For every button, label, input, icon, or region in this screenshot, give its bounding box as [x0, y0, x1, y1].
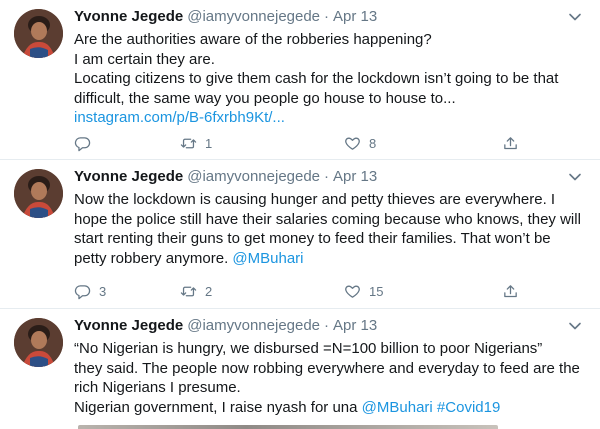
- tweet-date[interactable]: Apr 13: [333, 168, 377, 185]
- tweet-timeline: Yvonne Jegede @iamyvonnejegede · Apr 13 Are…: [0, 0, 600, 429]
- tweet-text: “No Nigerian is hungry, we disbursed =N=…: [74, 339, 582, 417]
- tweet[interactable]: Yvonne Jegede @iamyvonnejegede · Apr 13 “No…: [0, 309, 600, 429]
- author-name[interactable]: Yvonne Jegede: [74, 317, 183, 334]
- retweet-icon: [180, 135, 197, 152]
- retweet-count: 1: [205, 135, 213, 151]
- author-handle[interactable]: @iamyvonnejegede: [187, 8, 320, 25]
- tweet-text-line: Now the lockdown is causing hunger and p…: [74, 191, 556, 208]
- tweet-text-line: they said. The people now robbing everyw…: [74, 359, 580, 377]
- author-name[interactable]: Yvonne Jegede: [74, 168, 183, 185]
- reply-icon: [74, 135, 91, 152]
- tweet-content: Yvonne Jegede @iamyvonnejegede · Apr 13 Are…: [74, 8, 582, 128]
- share-icon: [502, 283, 519, 300]
- avatar[interactable]: [14, 169, 63, 218]
- author-handle[interactable]: @iamyvonnejegede: [187, 317, 320, 334]
- tweet-text-line: rich Nigerians I presume.: [74, 379, 241, 396]
- tweet-text-line: start renting their guns to get money to…: [74, 230, 551, 247]
- heart-icon: [344, 135, 361, 152]
- tweet-text-line: hope the police still have their salarie…: [74, 210, 581, 228]
- tweet-date[interactable]: Apr 13: [333, 8, 377, 25]
- tweet-text-line: Are the authorities aware of the robberi…: [74, 31, 432, 48]
- media-preview[interactable]: [78, 425, 498, 429]
- tweet-actions: 1 8: [74, 133, 600, 153]
- tweet-text-line: difficult, the same way you people go ho…: [74, 89, 456, 107]
- reply-button[interactable]: [74, 133, 99, 153]
- instagram-link[interactable]: instagram.com/p/B-6fxrbh9Kt/...: [74, 108, 582, 128]
- reply-count: 3: [99, 283, 107, 299]
- heart-icon: [344, 283, 361, 300]
- tweet-date[interactable]: Apr 13: [333, 317, 377, 334]
- tweet[interactable]: Yvonne Jegede @iamyvonnejegede · Apr 13 Are…: [0, 0, 600, 160]
- hashtag-link[interactable]: #Covid19: [437, 399, 500, 416]
- reply-icon: [74, 283, 91, 300]
- separator-dot: ·: [324, 317, 330, 334]
- retweet-icon: [180, 283, 197, 300]
- mention-link[interactable]: @MBuhari: [232, 250, 303, 267]
- chevron-down-icon[interactable]: [568, 170, 584, 186]
- tweet-header: Yvonne Jegede @iamyvonnejegede · Apr 13: [74, 8, 582, 26]
- retweet-count: 2: [205, 283, 213, 299]
- avatar[interactable]: [14, 318, 63, 367]
- reply-button[interactable]: 3: [74, 281, 106, 301]
- separator-dot: ·: [324, 8, 330, 25]
- share-icon: [502, 135, 519, 152]
- tweet-text-line: Nigerian government, I raise nyash for u…: [74, 398, 582, 418]
- avatar[interactable]: [14, 9, 63, 58]
- tweet-content: Yvonne Jegede @iamyvonnejegede · Apr 13 “No…: [74, 317, 582, 417]
- tweet-text-fragment: petty robbery anymore.: [74, 249, 229, 267]
- tweet-content: Yvonne Jegede @iamyvonnejegede · Apr 13 Now…: [74, 168, 582, 268]
- tweet-text-line: “No Nigerian is hungry, we disbursed =N=…: [74, 340, 543, 357]
- tweet-header: Yvonne Jegede @iamyvonnejegede · Apr 13: [74, 317, 582, 335]
- like-count: 8: [369, 135, 377, 151]
- tweet-text-line: Locating citizens to give them cash for …: [74, 70, 559, 87]
- tweet-text: Now the lockdown is causing hunger and p…: [74, 190, 582, 268]
- tweet-text: Are the authorities aware of the robberi…: [74, 30, 582, 128]
- tweet-text-line: petty robbery anymore. @MBuhari: [74, 249, 582, 269]
- like-button[interactable]: 8: [344, 133, 376, 153]
- separator-dot: ·: [324, 168, 330, 185]
- tweet-text-fragment: Nigerian government, I raise nyash for u…: [74, 398, 358, 416]
- chevron-down-icon[interactable]: [568, 319, 584, 335]
- like-button[interactable]: 15: [344, 281, 383, 301]
- tweet[interactable]: Yvonne Jegede @iamyvonnejegede · Apr 13 Now…: [0, 160, 600, 309]
- chevron-down-icon[interactable]: [568, 10, 584, 26]
- mention-link[interactable]: @MBuhari: [362, 399, 433, 416]
- retweet-button[interactable]: 2: [180, 281, 212, 301]
- author-name[interactable]: Yvonne Jegede: [74, 8, 183, 25]
- share-button[interactable]: [502, 133, 519, 153]
- share-button[interactable]: [502, 281, 519, 301]
- tweet-header: Yvonne Jegede @iamyvonnejegede · Apr 13: [74, 168, 582, 186]
- tweet-text-line: I am certain they are.: [74, 50, 215, 68]
- retweet-button[interactable]: 1: [180, 133, 212, 153]
- author-handle[interactable]: @iamyvonnejegede: [187, 168, 320, 185]
- like-count: 15: [369, 283, 384, 299]
- tweet-actions: 3 2 15: [74, 281, 600, 301]
